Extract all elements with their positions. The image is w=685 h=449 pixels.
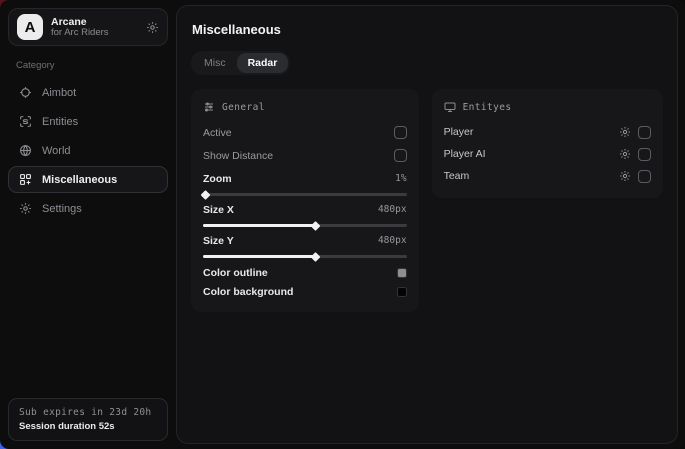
app-subtitle: for Arc Riders [51,28,138,39]
player-ai-label: Player AI [444,148,486,160]
app-window: A Arcane for Arc Riders Category [0,0,685,449]
app-meta: Arcane for Arc Riders [51,16,138,39]
sidebar-item-world[interactable]: World [8,137,168,164]
sidebar-item-entities[interactable]: Entities [8,108,168,135]
sidebar-item-aimbot[interactable]: Aimbot [8,79,168,106]
tab-misc[interactable]: Misc [193,53,237,73]
team-label: Team [444,170,470,182]
size-y-slider[interactable] [203,255,407,258]
team-gear-icon[interactable] [619,170,631,182]
player-gear-icon[interactable] [619,126,631,138]
color-background-label: Color background [203,286,293,298]
size-x-label: Size X [203,204,234,216]
monitor-icon [444,101,456,113]
player-ai-row: Player AI [444,143,651,165]
size-y-slider-fill [203,255,315,258]
globe-icon [19,144,32,157]
entities-card-header: Entityes [444,98,651,116]
size-x-value: 480px [378,204,407,215]
zoom-slider-fill [203,193,205,196]
sidebar: A Arcane for Arc Riders Category [0,0,176,449]
sidebar-item-label: Settings [42,203,82,215]
header-gear-icon[interactable] [146,21,159,34]
size-y-slider-row: Size Y 480px [203,232,407,258]
main-panel: Miscellaneous Misc Radar Gene [176,5,678,444]
sidebar-item-label: Miscellaneous [42,174,117,186]
player-label: Player [444,126,474,138]
player-checkbox[interactable] [638,126,651,139]
sub-expiry-text: Sub expires in 23d 20h [19,407,157,418]
zoom-label: Zoom [203,173,232,185]
subscription-box: Sub expires in 23d 20h Session duration … [8,398,168,441]
zoom-value: 1% [395,173,406,184]
color-background-row: Color background [203,282,407,301]
size-x-slider-thumb[interactable] [311,221,321,231]
size-y-value: 480px [378,235,407,246]
app-header-card: A Arcane for Arc Riders [8,8,168,46]
size-y-label: Size Y [203,235,234,247]
color-outline-label: Color outline [203,267,268,279]
entities-card-title: Entityes [463,102,512,113]
player-row: Player [444,121,651,143]
general-card-title: General [222,102,265,113]
show-distance-row: Show Distance [203,144,407,167]
zoom-slider[interactable] [203,193,407,196]
app-logo: A [17,14,43,40]
sidebar-item-label: Entities [42,116,78,128]
show-distance-label: Show Distance [203,150,273,162]
color-background-swatch[interactable] [397,287,407,297]
page-title: Miscellaneous [192,22,663,37]
sidebar-nav: Aimbot Entities [8,79,168,222]
entities-card: Entityes Player [432,89,663,198]
cards-row: General Active Show Distance Zoom 1% [191,89,663,312]
active-row: Active [203,121,407,144]
color-outline-swatch[interactable] [397,268,407,278]
general-card-header: General [203,98,407,116]
active-label: Active [203,127,232,139]
sliders-icon [203,101,215,113]
crosshair-icon [19,86,32,99]
color-outline-row: Color outline [203,263,407,282]
category-label: Category [16,60,168,71]
cube-scan-icon [19,115,32,128]
size-x-slider-fill [203,224,315,227]
size-x-slider[interactable] [203,224,407,227]
sidebar-item-miscellaneous[interactable]: Miscellaneous [8,166,168,193]
sidebar-item-label: Aimbot [42,87,76,99]
size-y-slider-thumb[interactable] [311,252,321,262]
general-card: General Active Show Distance Zoom 1% [191,89,419,312]
tab-bar: Misc Radar [191,51,290,75]
tab-radar[interactable]: Radar [237,53,289,73]
size-x-slider-row: Size X 480px [203,201,407,227]
active-checkbox[interactable] [394,126,407,139]
gear-icon [19,202,32,215]
app-name: Arcane [51,16,138,28]
desktop: A Arcane for Arc Riders Category [0,0,685,449]
team-checkbox[interactable] [638,170,651,183]
zoom-slider-row: Zoom 1% [203,170,407,196]
sidebar-item-label: World [42,145,71,157]
session-duration-text: Session duration 52s [19,421,157,432]
player-ai-checkbox[interactable] [638,148,651,161]
zoom-slider-thumb[interactable] [201,190,211,200]
player-ai-gear-icon[interactable] [619,148,631,160]
show-distance-checkbox[interactable] [394,149,407,162]
grid-icon [19,173,32,186]
sidebar-item-settings[interactable]: Settings [8,195,168,222]
team-row: Team [444,165,651,187]
